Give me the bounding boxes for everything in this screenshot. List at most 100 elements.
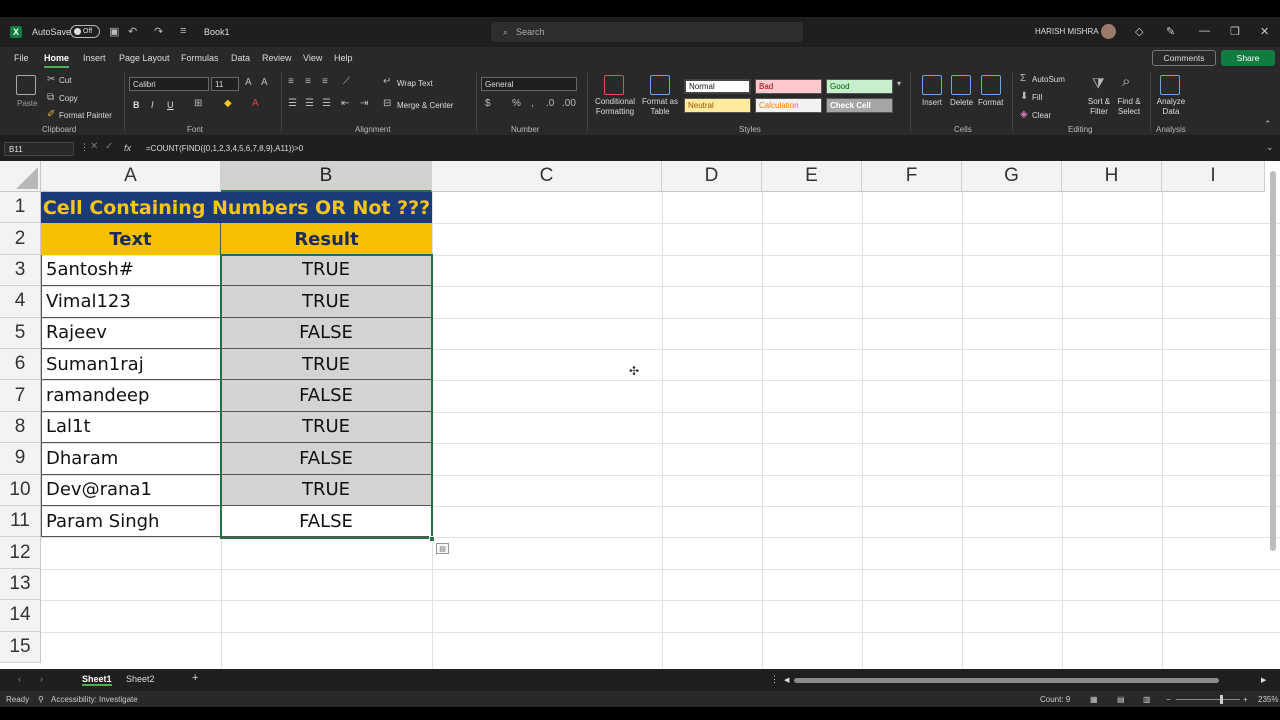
column-header-g[interactable]: G	[962, 161, 1062, 192]
pen-icon[interactable]: ✎	[1166, 25, 1175, 38]
result-cell[interactable]: TRUE	[221, 254, 432, 287]
wrap-text-button[interactable]: Wrap Text	[397, 79, 433, 88]
close-icon[interactable]: ✕	[1260, 25, 1269, 38]
format-as-table-button[interactable]: Format as Table	[640, 97, 680, 117]
borders-icon[interactable]: ⊞	[194, 98, 202, 109]
redo-icon[interactable]: ↷	[154, 25, 163, 38]
customize-toolbar-icon[interactable]: ≡	[180, 25, 186, 37]
text-cell[interactable]: Rajeev	[41, 317, 221, 349]
restore-icon[interactable]: ❐	[1230, 25, 1240, 38]
sheet-title-cell[interactable]: Cell Containing Numbers OR Not ???	[41, 192, 432, 224]
name-box[interactable]: B11	[4, 142, 74, 156]
format-painter-button[interactable]: Format Painter	[59, 111, 112, 120]
increase-indent-icon[interactable]: ⇥	[360, 98, 368, 109]
number-format-select[interactable]: General	[481, 77, 577, 91]
avatar[interactable]	[1101, 24, 1116, 39]
more-icon[interactable]: ⋮	[80, 142, 89, 153]
worksheet-grid[interactable]: A B C D E F G H I 1 2 3 4 5 6 7 8 9 10 1…	[0, 161, 1280, 669]
row-header[interactable]: 15	[0, 631, 41, 663]
tab-insert[interactable]: Insert	[83, 53, 106, 63]
cut-button[interactable]: Cut	[59, 76, 71, 85]
text-cell[interactable]: Suman1raj	[41, 349, 221, 381]
tab-review[interactable]: Review	[262, 53, 292, 63]
page-break-view-icon[interactable]: ▥	[1143, 695, 1151, 704]
column-header-f[interactable]: F	[862, 161, 962, 192]
share-button[interactable]: Share	[1221, 50, 1275, 66]
align-bottom-icon[interactable]: ≡	[322, 76, 328, 87]
text-cell[interactable]: Lal1t	[41, 411, 221, 444]
column-header-h[interactable]: H	[1062, 161, 1162, 192]
result-cell[interactable]: TRUE	[221, 474, 432, 506]
tab-home[interactable]: Home	[44, 53, 70, 68]
column-header-b[interactable]: B	[221, 161, 432, 192]
align-center-icon[interactable]: ☰	[305, 98, 314, 109]
comma-style-icon[interactable]: ,	[531, 98, 534, 109]
scroll-right-icon[interactable]: ▶	[1261, 676, 1266, 684]
result-cell[interactable]: FALSE	[221, 317, 432, 349]
header-text-cell[interactable]: Text	[41, 223, 221, 255]
column-header-c[interactable]: C	[432, 161, 662, 192]
zoom-level[interactable]: 235%	[1258, 695, 1278, 704]
autosave-toggle[interactable]: Off	[70, 25, 100, 38]
orientation-icon[interactable]: ⟋	[343, 76, 350, 87]
select-all-button[interactable]	[0, 161, 41, 192]
horizontal-scrollbar[interactable]	[794, 678, 1219, 683]
text-cell[interactable]: Vimal123	[41, 286, 221, 318]
zoom-slider[interactable]	[1176, 699, 1240, 700]
prev-sheet-icon[interactable]: ‹	[18, 674, 21, 684]
result-cell[interactable]: FALSE	[221, 380, 432, 412]
accounting-format-icon[interactable]: $	[485, 98, 491, 109]
format-button[interactable]: Format	[978, 98, 1003, 107]
italic-button[interactable]: I	[151, 100, 154, 110]
collapse-ribbon-icon[interactable]: ⌃	[1264, 119, 1272, 130]
align-left-icon[interactable]: ☰	[288, 98, 297, 109]
clear-button[interactable]: Clear	[1032, 111, 1051, 120]
row-header[interactable]: 9	[0, 443, 41, 475]
align-right-icon[interactable]: ☰	[322, 98, 331, 109]
row-header[interactable]: 3	[0, 254, 41, 287]
cancel-icon[interactable]: ✕	[90, 141, 98, 152]
row-header[interactable]: 13	[0, 568, 41, 601]
paste-button[interactable]: Paste	[17, 99, 37, 108]
decrease-indent-icon[interactable]: ⇤	[341, 98, 349, 109]
style-normal[interactable]: Normal	[684, 79, 751, 94]
increase-decimal-icon[interactable]: .0	[546, 98, 554, 109]
fill-color-icon[interactable]: ◆	[224, 98, 232, 109]
tab-help[interactable]: Help	[334, 53, 353, 63]
zoom-out-icon[interactable]: −	[1166, 695, 1171, 704]
style-neutral[interactable]: Neutral	[684, 98, 751, 113]
comments-button[interactable]: Comments	[1152, 50, 1216, 66]
text-cell[interactable]: Dharam	[41, 443, 221, 475]
result-cell[interactable]: TRUE	[221, 349, 432, 381]
decrease-font-icon[interactable]: A	[261, 77, 268, 88]
analyze-data-button[interactable]: Analyze Data	[1154, 97, 1188, 117]
bold-button[interactable]: B	[133, 100, 140, 110]
tab-file[interactable]: File	[14, 53, 29, 63]
column-header-i[interactable]: I	[1162, 161, 1265, 192]
result-cell[interactable]: TRUE	[221, 411, 432, 444]
zoom-slider-thumb[interactable]	[1220, 695, 1223, 704]
next-sheet-icon[interactable]: ›	[40, 674, 43, 684]
styles-scroll-icon[interactable]: ▾	[897, 79, 901, 88]
result-cell-active[interactable]: FALSE	[221, 506, 432, 538]
text-cell[interactable]: 5antosh#	[41, 254, 221, 287]
row-header[interactable]: 4	[0, 286, 41, 318]
search-input[interactable]: ⌕ Search	[491, 22, 803, 42]
fill-button[interactable]: Fill	[1032, 93, 1042, 102]
zoom-in-icon[interactable]: +	[1243, 695, 1248, 704]
tab-page-layout[interactable]: Page Layout	[119, 53, 170, 63]
style-bad[interactable]: Bad	[755, 79, 822, 94]
text-cell[interactable]: ramandeep	[41, 380, 221, 412]
percent-icon[interactable]: %	[512, 98, 521, 109]
row-header[interactable]: 1	[0, 192, 41, 224]
find-select-button[interactable]: Find & Select	[1113, 97, 1145, 117]
tab-view[interactable]: View	[303, 53, 322, 63]
text-cell[interactable]: Param Singh	[41, 506, 221, 538]
sheet-tab-sheet1[interactable]: Sheet1	[82, 674, 112, 686]
result-cell[interactable]: FALSE	[221, 443, 432, 475]
decrease-decimal-icon[interactable]: .00	[562, 98, 576, 109]
column-header-d[interactable]: D	[662, 161, 762, 192]
align-top-icon[interactable]: ≡	[288, 76, 294, 87]
premium-icon[interactable]: ◇	[1135, 25, 1143, 38]
row-header[interactable]: 6	[0, 349, 41, 381]
